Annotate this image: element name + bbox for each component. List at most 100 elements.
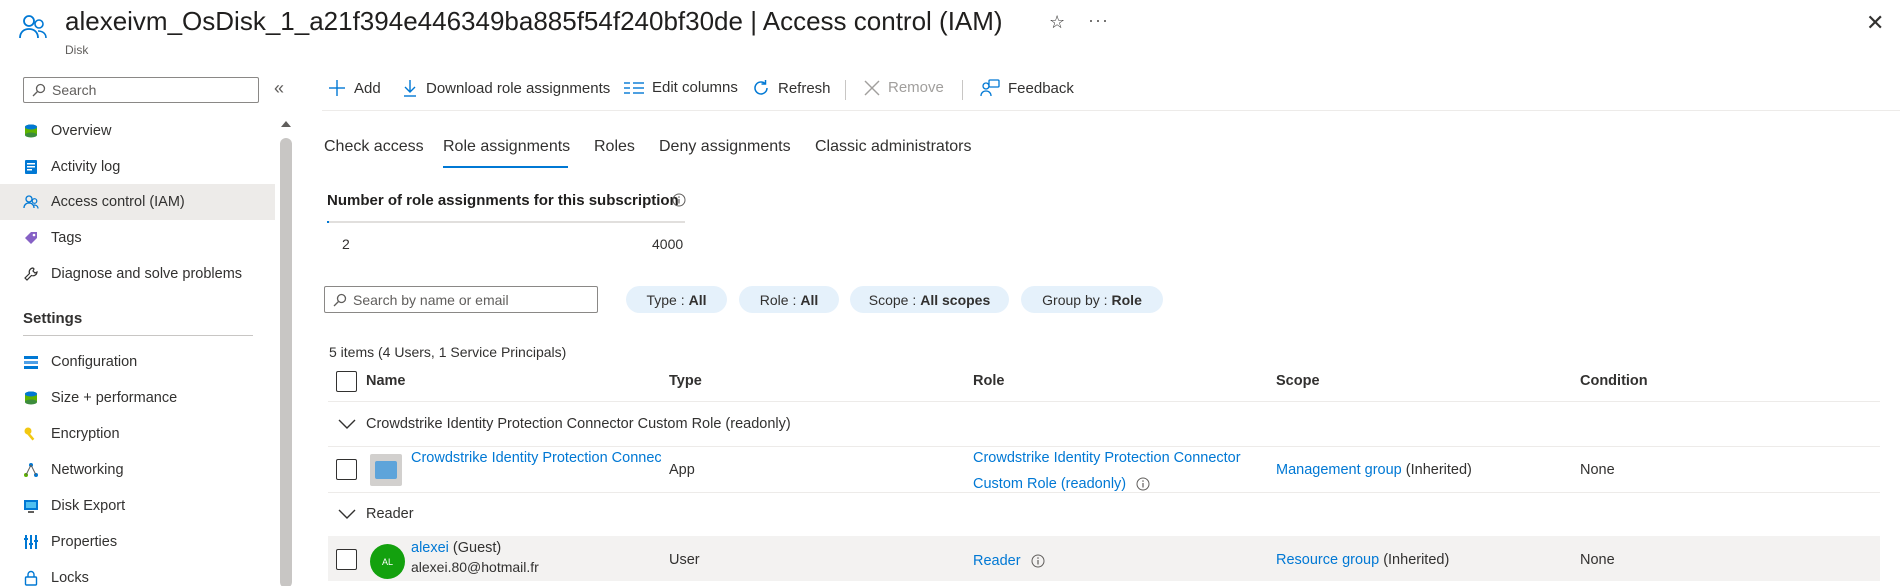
resource-type: Disk: [65, 43, 89, 57]
activity-log-icon: [23, 159, 39, 175]
scope-cell: Resource group (Inherited): [1276, 552, 1450, 568]
sidebar-item-diagnose[interactable]: Diagnose and solve problems: [0, 256, 275, 292]
tab-roles[interactable]: Roles: [594, 138, 635, 156]
star-icon[interactable]: ☆: [1049, 12, 1065, 33]
wrench-icon: [23, 266, 39, 282]
sidebar-item-overview[interactable]: Overview: [0, 113, 275, 149]
sidebar-item-encryption[interactable]: Encryption: [0, 416, 275, 452]
iam-icon: [23, 194, 39, 210]
group-by-pill[interactable]: Group by : Role: [1021, 286, 1163, 313]
close-icon[interactable]: ✕: [1866, 10, 1884, 36]
column-header-type[interactable]: Type: [669, 373, 702, 389]
feedback-button[interactable]: Feedback: [980, 79, 1074, 97]
usage-bar-fill: [327, 221, 329, 223]
search-by-name-input[interactable]: Search by name or email: [324, 286, 598, 313]
column-header-condition[interactable]: Condition: [1580, 373, 1648, 389]
more-icon[interactable]: ···: [1088, 10, 1109, 31]
page-title: alexeivm_OsDisk_1_a21f394e446349ba885f54…: [65, 6, 1003, 36]
toolbar-divider: [322, 110, 1900, 111]
role-cell: Reader: [973, 553, 1045, 569]
sidebar-scrollbar[interactable]: [280, 138, 292, 586]
sidebar-item-configuration[interactable]: Configuration: [0, 344, 275, 380]
role-link-line2[interactable]: Custom Role (readonly): [973, 476, 1150, 492]
key-icon: [23, 426, 39, 442]
role-link[interactable]: Reader: [973, 553, 1021, 569]
add-button[interactable]: Add: [328, 79, 381, 97]
info-icon[interactable]: [1031, 554, 1045, 568]
configuration-icon: [23, 354, 39, 370]
column-header-role[interactable]: Role: [973, 373, 1004, 389]
toolbar-separator: [962, 80, 963, 100]
type-cell: User: [669, 552, 700, 568]
plus-icon: [328, 79, 346, 97]
settings-heading: Settings: [23, 310, 83, 327]
group-header-reader[interactable]: Reader: [338, 506, 414, 522]
sidebar-search-input[interactable]: Search: [23, 77, 259, 103]
refresh-button[interactable]: Refresh: [752, 79, 831, 97]
collapse-sidebar-icon[interactable]: «: [274, 78, 284, 99]
items-count: 5 items (4 Users, 1 Service Principals): [329, 344, 567, 360]
active-tab-indicator: [443, 166, 568, 168]
sidebar-item-locks[interactable]: Locks: [0, 560, 275, 586]
columns-icon: [624, 81, 644, 95]
table-row[interactable]: [328, 536, 1880, 581]
tab-role-assignments[interactable]: Role assignments: [443, 138, 570, 156]
sidebar-item-networking[interactable]: Networking: [0, 452, 275, 488]
usage-current: 2: [342, 236, 350, 252]
overview-icon: [23, 123, 39, 139]
tab-check-access[interactable]: Check access: [324, 138, 424, 156]
table-divider: [328, 401, 1880, 402]
assignee-name: alexei (Guest): [411, 540, 502, 556]
scope-link[interactable]: Resource group: [1276, 552, 1379, 568]
sidebar-item-access-control[interactable]: Access control (IAM): [0, 184, 275, 220]
search-icon: [32, 83, 46, 97]
scope-cell: Management group (Inherited): [1276, 462, 1472, 478]
filter-scope-pill[interactable]: Scope : All scopes: [850, 286, 1009, 313]
usage-max: 4000: [652, 236, 684, 252]
group-header-crowdstrike[interactable]: Crowdstrike Identity Protection Connecto…: [338, 416, 791, 432]
search-icon: [333, 293, 347, 306]
tab-deny-assignments[interactable]: Deny assignments: [659, 138, 791, 156]
avatar: AL: [370, 544, 405, 579]
sidebar-search-placeholder: Search: [52, 82, 97, 98]
disk-export-icon: [23, 498, 39, 514]
filter-type-pill[interactable]: Type : All: [626, 286, 727, 313]
remove-button[interactable]: Remove: [864, 79, 944, 96]
column-header-scope[interactable]: Scope: [1276, 373, 1320, 389]
usage-bar: [327, 221, 685, 223]
feedback-icon: [980, 79, 1000, 97]
assignee-name-link[interactable]: alexei: [411, 540, 449, 556]
condition-cell: None: [1580, 462, 1615, 478]
download-role-assignments-button[interactable]: Download role assignments: [402, 79, 610, 97]
sidebar-item-disk-export[interactable]: Disk Export: [0, 488, 275, 524]
chevron-down-icon: [338, 509, 356, 519]
iam-people-icon: [18, 12, 48, 42]
role-assignments-count-title: Number of role assignments for this subs…: [327, 192, 679, 209]
search-placeholder: Search by name or email: [353, 291, 509, 308]
sidebar-item-properties[interactable]: Properties: [0, 524, 275, 560]
row-checkbox[interactable]: [336, 549, 357, 570]
filter-role-pill[interactable]: Role : All: [739, 286, 839, 313]
scope-link[interactable]: Management group: [1276, 462, 1402, 478]
sidebar-item-size-performance[interactable]: Size + performance: [0, 380, 275, 416]
app-avatar-icon: [370, 454, 402, 486]
role-link[interactable]: Crowdstrike Identity Protection Connecto…: [973, 450, 1241, 466]
column-header-name[interactable]: Name: [366, 373, 406, 389]
assignee-name-link[interactable]: Crowdstrike Identity Protection Connec: [411, 450, 661, 466]
edit-columns-button[interactable]: Edit columns: [624, 79, 738, 96]
sidebar-item-tags[interactable]: Tags: [0, 220, 275, 256]
tab-classic-administrators[interactable]: Classic administrators: [815, 138, 971, 156]
size-performance-icon: [23, 390, 39, 406]
networking-icon: [23, 462, 39, 478]
scroll-up-icon[interactable]: [279, 118, 293, 130]
info-icon[interactable]: [1136, 477, 1150, 491]
table-divider: [328, 446, 1880, 447]
properties-icon: [23, 534, 39, 550]
info-icon[interactable]: [672, 193, 686, 212]
sidebar-divider: [23, 335, 253, 336]
row-checkbox[interactable]: [336, 459, 357, 480]
tag-icon: [23, 230, 39, 246]
sidebar-item-activity-log[interactable]: Activity log: [0, 149, 275, 185]
refresh-icon: [752, 79, 770, 97]
select-all-checkbox[interactable]: [336, 371, 357, 392]
